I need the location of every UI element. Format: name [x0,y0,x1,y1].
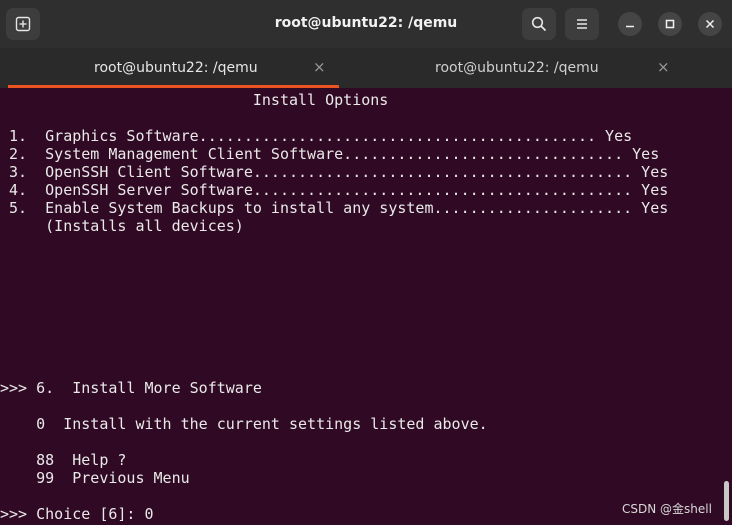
tab-close-icon[interactable]: × [657,58,670,76]
terminal-window: root@ubuntu22: /qemu root@ubuntu22: /qem… [0,0,732,525]
tab-terminal-2[interactable]: root@ubuntu22: /qemu [339,48,690,88]
scrollbar-thumb[interactable] [724,481,729,521]
new-tab-button[interactable] [6,8,40,40]
tab-close-icon[interactable]: × [313,58,326,76]
maximize-icon [665,19,675,29]
terminal-prompt-line: >>> Choice [6]: 0 [0,505,154,523]
close-button[interactable] [698,12,722,36]
terminal-line: 4. OpenSSH Server Software..............… [0,181,669,199]
new-tab-icon [15,16,31,32]
terminal-line: 2. System Management Client Software....… [0,145,660,163]
search-button[interactable] [522,8,556,40]
terminal-line: Install Options [0,91,389,109]
terminal-line: >>> 6. Install More Software [0,379,262,397]
menu-button[interactable] [565,8,599,40]
terminal-line: 1. Graphics Software....................… [0,127,633,145]
minimize-button[interactable] [618,12,642,36]
terminal-line: 88 Help ? [0,451,127,469]
header-bar: root@ubuntu22: /qemu [0,0,732,48]
tab-bar: root@ubuntu22: /qemu × root@ubuntu22: /q… [0,48,732,120]
minimize-icon [626,25,634,28]
maximize-button[interactable] [658,12,682,36]
close-icon [705,19,715,29]
terminal-line: (Installs all devices) [0,217,244,235]
watermark-text: CSDN @金shell [622,502,712,516]
tab-label: root@ubuntu22: /qemu [435,60,599,76]
search-icon [531,16,547,32]
window-title: root@ubuntu22: /qemu [274,15,458,31]
terminal-output[interactable]: Install Options 1. Graphics Software....… [0,88,732,525]
tab-label: root@ubuntu22: /qemu [94,60,258,76]
terminal-line: 0 Install with the current settings list… [0,415,488,433]
terminal-line: 99 Previous Menu [0,469,190,487]
terminal-line: 5. Enable System Backups to install any … [0,199,669,217]
hamburger-menu-icon [577,19,587,29]
terminal-line: 3. OpenSSH Client Software..............… [0,163,669,181]
tab-terminal-1[interactable]: root@ubuntu22: /qemu × [8,48,339,88]
